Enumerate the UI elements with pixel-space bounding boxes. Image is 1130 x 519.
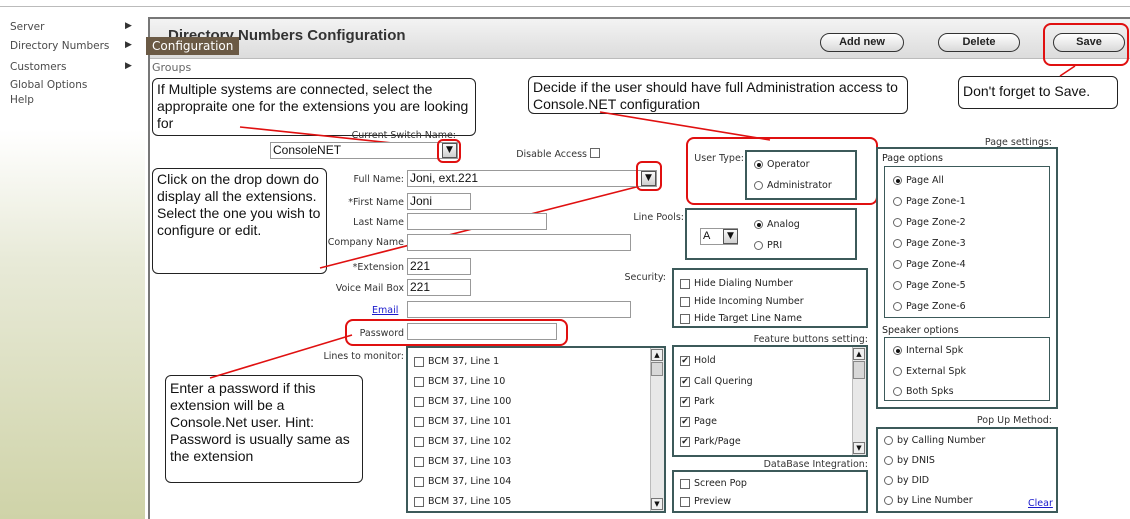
radio-analog[interactable]: Analog <box>754 219 800 230</box>
radio-administrator[interactable]: Administrator <box>754 180 832 191</box>
checkbox-hold[interactable]: ✔ Hold <box>680 355 716 366</box>
database-integration-label: DataBase Integration: <box>763 459 868 470</box>
last-name-label: Last Name <box>353 217 404 228</box>
security-label: Security: <box>624 272 666 283</box>
popup-method-label: Pop Up Method: <box>976 415 1052 426</box>
radio-page-zone-1[interactable]: Page Zone-1 <box>893 196 966 207</box>
list-item[interactable]: BCM 37, Line 10 <box>414 376 505 387</box>
list-item[interactable]: BCM 37, Line 1 <box>414 356 499 367</box>
fullname-dropdown-highlight <box>636 161 662 191</box>
radio-internal-spk[interactable]: Internal Spk <box>893 345 963 356</box>
full-name-select[interactable]: Joni, ext.221 <box>407 170 657 187</box>
scroll-up-icon[interactable]: ▲ <box>651 349 663 361</box>
radio-did[interactable]: by DID <box>884 475 929 486</box>
voicemail-field[interactable]: 221 <box>407 279 471 296</box>
radio-external-spk[interactable]: External Spk <box>893 366 966 377</box>
password-highlight <box>345 319 568 346</box>
lines-monitor-list[interactable] <box>406 346 666 513</box>
extension-label: *Extension <box>352 262 404 273</box>
voicemail-label: Voice Mail Box <box>335 283 404 294</box>
list-item[interactable]: BCM 37, Line 102 <box>414 436 511 447</box>
switch-dropdown-highlight <box>437 139 461 163</box>
first-name-label: *First Name <box>348 197 404 208</box>
last-name-field[interactable] <box>407 213 547 230</box>
list-item[interactable]: BCM 37, Line 101 <box>414 416 511 427</box>
list-item[interactable]: BCM 37, Line 100 <box>414 396 511 407</box>
checkbox-hide-incoming[interactable]: Hide Incoming Number <box>680 296 804 307</box>
checkbox-screen-pop[interactable]: Screen Pop <box>680 478 747 489</box>
current-switch-label: Current Switch Name: <box>351 130 456 141</box>
list-item[interactable]: BCM 37, Line 104 <box>414 476 511 487</box>
radio-dnis[interactable]: by DNIS <box>884 455 935 466</box>
email-link[interactable]: Email <box>372 305 398 316</box>
chevron-down-icon[interactable]: ▼ <box>723 229 738 244</box>
company-name-label: Company Name <box>327 237 404 248</box>
radio-page-zone-4[interactable]: Page Zone-4 <box>893 259 966 270</box>
page-options-label: Page options <box>882 153 944 164</box>
radio-both-spks[interactable]: Both Spks <box>893 386 954 397</box>
checkbox-preview[interactable]: Preview <box>680 496 731 507</box>
radio-page-zone-5[interactable]: Page Zone-5 <box>893 280 966 291</box>
disable-access-label: Disable Access <box>516 149 587 160</box>
scroll-up-icon[interactable]: ▲ <box>853 348 865 360</box>
radio-operator[interactable]: Operator <box>754 159 810 170</box>
radio-line-number[interactable]: by Line Number <box>884 495 973 506</box>
scroll-down-icon[interactable]: ▼ <box>651 498 663 510</box>
scroll-down-icon[interactable]: ▼ <box>853 442 865 454</box>
clear-link[interactable]: Clear <box>1028 498 1053 509</box>
speaker-options-label: Speaker options <box>882 325 959 336</box>
scroll-thumb[interactable] <box>853 361 865 379</box>
radio-page-zone-2[interactable]: Page Zone-2 <box>893 217 966 228</box>
checkbox-park-page[interactable]: ✔ Park/Page <box>680 436 741 447</box>
scroll-thumb[interactable] <box>651 362 663 376</box>
radio-page-zone-6[interactable]: Page Zone-6 <box>893 301 966 312</box>
full-name-label: Full Name: <box>353 174 405 185</box>
feature-buttons-label: Feature buttons setting: <box>753 334 868 345</box>
user-type-group <box>745 150 857 200</box>
radio-pri[interactable]: PRI <box>754 240 782 251</box>
radio-page-all[interactable]: Page All <box>893 175 944 186</box>
extension-field[interactable]: 221 <box>407 258 471 275</box>
lines-monitor-label: Lines to monitor: <box>323 351 404 362</box>
list-item[interactable]: BCM 37, Line 105 <box>414 496 511 507</box>
checkbox-call-quering[interactable]: ✔ Call Quering <box>680 376 753 387</box>
first-name-field[interactable]: Joni <box>407 193 471 210</box>
radio-calling-number[interactable]: by Calling Number <box>884 435 985 446</box>
current-switch-select[interactable]: ConsoleNET <box>270 142 458 159</box>
checkbox-page[interactable]: ✔ Page <box>680 416 717 427</box>
checkbox-hide-target-line[interactable]: Hide Target Line Name <box>680 313 802 324</box>
checkbox-park[interactable]: ✔ Park <box>680 396 715 407</box>
user-type-label: User Type: <box>694 153 744 164</box>
list-item[interactable]: BCM 37, Line 103 <box>414 456 511 467</box>
email-field[interactable] <box>407 301 631 318</box>
line-pools-label: Line Pools: <box>633 212 684 223</box>
radio-page-zone-3[interactable]: Page Zone-3 <box>893 238 966 249</box>
disable-access-checkbox[interactable] <box>590 148 600 158</box>
company-name-field[interactable] <box>407 234 631 251</box>
checkbox-hide-dialing[interactable]: Hide Dialing Number <box>680 278 793 289</box>
